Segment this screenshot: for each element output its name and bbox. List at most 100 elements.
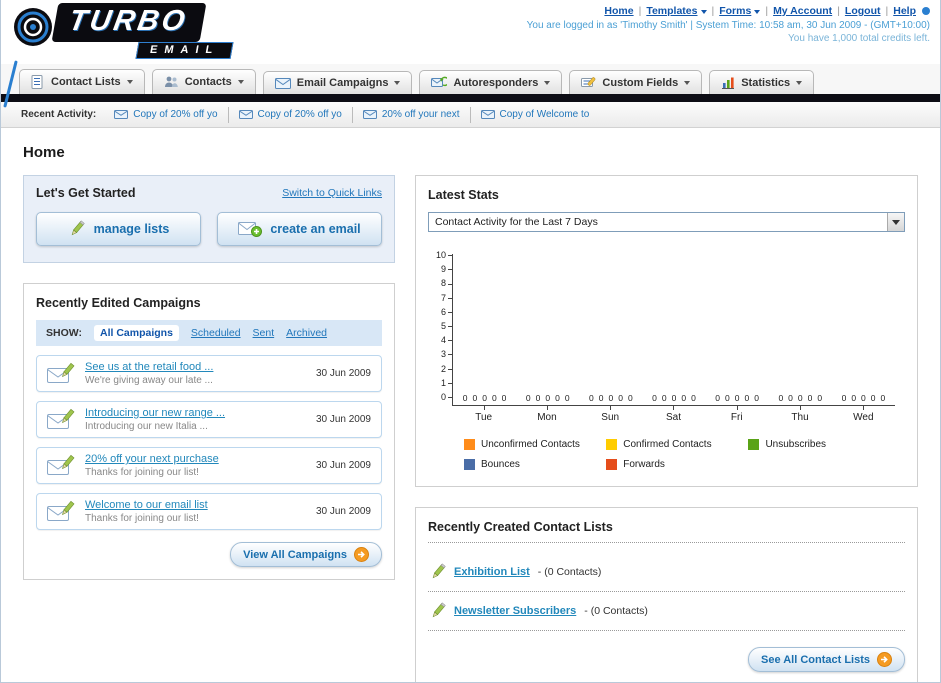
legend-swatch — [606, 439, 618, 450]
divider — [832, 5, 845, 17]
envelope-icon — [114, 110, 129, 119]
nav-tab-email-campaigns[interactable]: Email Campaigns — [262, 71, 413, 94]
nav-tab-label: Statistics — [741, 76, 791, 89]
y-tick-label: 7 — [441, 293, 452, 303]
contact-list-link[interactable]: Exhibition List — [454, 566, 530, 578]
nav-tab-contact-lists[interactable]: Contact Lists — [19, 69, 145, 94]
statistics-icon — [722, 77, 735, 89]
tab-scheduled[interactable]: Scheduled — [191, 327, 241, 339]
campaign-envelope-pencil-icon — [47, 454, 75, 475]
y-tick-label: 5 — [441, 321, 452, 331]
autoresponders-icon — [431, 76, 448, 87]
campaign-title-link[interactable]: Welcome to our email list — [85, 499, 208, 511]
custom-fields-icon — [581, 77, 596, 87]
recent-activity-item[interactable]: Copy of 20% off yo — [229, 106, 353, 123]
chart-x-axis: Tue Mon Sun Sat Fri Thu Wed — [452, 406, 895, 423]
legend-label: Confirmed Contacts — [623, 439, 712, 450]
select-dropdown-button[interactable] — [887, 213, 904, 231]
top-header: TURBO EMAIL Home Templates Forms My Account… — [1, 0, 940, 108]
recent-activity-text: Copy of Welcome to — [499, 109, 590, 120]
recent-activity-item[interactable]: Copy of Welcome to — [471, 107, 600, 123]
y-tick-label: 4 — [441, 335, 452, 345]
contact-list-link[interactable]: Newsletter Subscribers — [454, 605, 576, 617]
dropdown-caret-icon — [892, 219, 900, 225]
page: TURBO EMAIL Home Templates Forms My Account… — [0, 0, 941, 683]
tab-sent[interactable]: Sent — [253, 327, 275, 339]
x-tick-label: Tue — [452, 406, 515, 423]
y-tick-label: 8 — [441, 278, 452, 288]
campaign-envelope-pencil-icon — [47, 408, 75, 429]
arrow-circle-icon — [354, 547, 369, 562]
recent-activity-item[interactable]: Copy of 20% off yo — [104, 106, 229, 123]
right-column: Latest Stats Contact Activity for the La… — [415, 175, 918, 682]
main-nav: Contact Lists Contacts Email Campaigns A… — [1, 64, 940, 94]
campaign-subtitle: Introducing our new Italia ... — [85, 421, 208, 432]
legend-item: Unsubscribes — [748, 439, 890, 450]
x-tick-label: Thu — [768, 406, 831, 423]
top-link-logout[interactable]: Logout — [845, 5, 881, 17]
divider — [881, 5, 894, 17]
nav-tab-label: Custom Fields — [602, 76, 679, 89]
dropdown-caret-icon — [684, 80, 691, 85]
campaign-envelope-pencil-icon — [47, 362, 75, 383]
manage-lists-button[interactable]: manage lists — [36, 212, 201, 246]
top-link-my-account[interactable]: My Account — [773, 5, 832, 17]
campaign-title-link[interactable]: See us at the retail food ... — [85, 361, 213, 373]
divider — [707, 5, 720, 17]
dropdown-caret-icon — [394, 81, 401, 85]
chart-value-labels: 00000 00000 00000 00000 00000 00000 00000 — [453, 393, 895, 403]
email-campaigns-icon — [274, 77, 291, 89]
contact-list-count: - (0 Contacts) — [537, 566, 602, 578]
contact-lists-icon — [31, 75, 43, 89]
see-all-contact-lists-button[interactable]: See All Contact Lists — [747, 647, 905, 672]
pencil-icon — [432, 563, 446, 579]
envelope-icon — [480, 110, 495, 119]
view-all-campaigns-label: View All Campaigns — [243, 548, 347, 561]
nav-tab-autoresponders[interactable]: Autoresponders — [419, 70, 563, 94]
view-all-campaigns-button[interactable]: View All Campaigns — [230, 542, 382, 567]
utility-nav: Home Templates Forms My Account Logout Help — [527, 5, 930, 17]
logo-text-bottom: EMAIL — [149, 44, 221, 56]
dropdown-caret-icon — [796, 80, 803, 85]
top-link-forms[interactable]: Forms — [719, 5, 751, 17]
nav-tab-contacts[interactable]: Contacts — [151, 69, 256, 94]
chart-day-values: 00000 — [841, 393, 886, 403]
y-tick-label: 2 — [441, 364, 452, 374]
legend-label: Unconfirmed Contacts — [481, 439, 580, 450]
tab-archived[interactable]: Archived — [286, 327, 327, 339]
get-started-panel: Let's Get Started Switch to Quick Links … — [23, 175, 395, 263]
create-email-button[interactable]: create an email — [217, 212, 382, 246]
legend-label: Bounces — [481, 459, 520, 470]
campaign-title-link[interactable]: Introducing our new range ... — [85, 407, 225, 419]
recent-activity-text: Copy of 20% off yo — [257, 109, 342, 120]
recent-activity-item[interactable]: 20% off your next — [353, 106, 471, 123]
top-link-home[interactable]: Home — [604, 5, 633, 17]
recent-activity-text: Copy of 20% off yo — [133, 109, 218, 120]
logo-swoosh-icon — [14, 8, 52, 46]
legend-swatch — [748, 439, 760, 450]
switch-quick-links[interactable]: Switch to Quick Links — [282, 187, 382, 199]
campaign-title-link[interactable]: 20% off your next purchase — [85, 453, 219, 465]
chart-day-values: 00000 — [778, 393, 823, 403]
nav-tab-statistics[interactable]: Statistics — [709, 70, 815, 94]
legend-label: Forwards — [623, 459, 665, 470]
stats-period-select[interactable]: Contact Activity for the Last 7 Days — [428, 212, 905, 232]
x-tick-label: Wed — [832, 406, 895, 423]
main-content: Home Let's Get Started Switch to Quick L… — [1, 128, 940, 682]
tab-all-campaigns[interactable]: All Campaigns — [93, 325, 179, 341]
campaign-row: See us at the retail food ... We're givi… — [36, 355, 382, 392]
dropdown-caret-icon — [700, 10, 707, 14]
recent-activity-text: 20% off your next — [381, 109, 460, 120]
top-link-help[interactable]: Help — [893, 5, 916, 17]
campaign-subtitle: Thanks for joining our list! — [85, 467, 199, 478]
credits-text: You have 1,000 total credits left. — [788, 33, 930, 44]
contact-list-item: Newsletter Subscribers - (0 Contacts) — [428, 592, 905, 631]
x-tick-label: Fri — [705, 406, 768, 423]
see-all-contact-lists-label: See All Contact Lists — [760, 653, 870, 666]
create-email-label: create an email — [270, 222, 361, 236]
legend-item: Forwards — [606, 459, 748, 470]
top-link-templates[interactable]: Templates — [646, 5, 697, 17]
recent-activity-bar: Recent Activity: Copy of 20% off yo Copy… — [1, 102, 940, 128]
campaign-row: Introducing our new range ... Introducin… — [36, 401, 382, 438]
nav-tab-custom-fields[interactable]: Custom Fields — [569, 70, 703, 94]
